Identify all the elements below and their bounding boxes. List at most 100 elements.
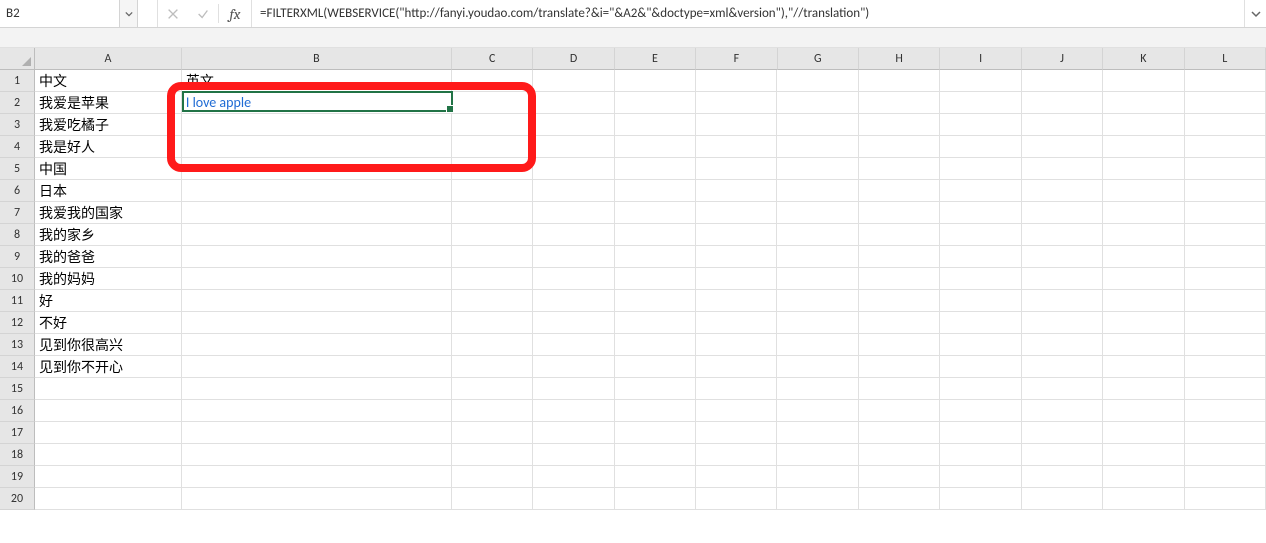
cell-J9[interactable] (1022, 246, 1103, 268)
cell-B20[interactable] (182, 488, 452, 510)
cell-E4[interactable] (615, 136, 696, 158)
col-header-G[interactable]: G (778, 48, 859, 70)
cell-J3[interactable] (1022, 114, 1103, 136)
cell-L1[interactable] (1185, 70, 1266, 92)
cell-K2[interactable] (1103, 92, 1184, 114)
formula-expand-button[interactable] (1244, 0, 1266, 27)
cell-E11[interactable] (615, 290, 696, 312)
cell-K7[interactable] (1103, 202, 1184, 224)
col-header-K[interactable]: K (1103, 48, 1184, 70)
cell-C11[interactable] (452, 290, 533, 312)
cell-H13[interactable] (859, 334, 940, 356)
cell-L4[interactable] (1185, 136, 1266, 158)
cell-E15[interactable] (615, 378, 696, 400)
cell-F9[interactable] (696, 246, 777, 268)
cell-L2[interactable] (1185, 92, 1266, 114)
cell-L14[interactable] (1185, 356, 1266, 378)
cell-E17[interactable] (615, 422, 696, 444)
cell-F10[interactable] (696, 268, 777, 290)
cell-J10[interactable] (1022, 268, 1103, 290)
cell-E1[interactable] (615, 70, 696, 92)
cell-L20[interactable] (1185, 488, 1266, 510)
select-all-button[interactable] (0, 48, 35, 70)
cell-D13[interactable] (533, 334, 614, 356)
cell-C13[interactable] (452, 334, 533, 356)
cell-J7[interactable] (1022, 202, 1103, 224)
cell-H19[interactable] (859, 466, 940, 488)
cell-F8[interactable] (696, 224, 777, 246)
cell-D6[interactable] (533, 180, 614, 202)
row-header-9[interactable]: 9 (0, 246, 35, 268)
row-header-14[interactable]: 14 (0, 356, 35, 378)
row-header-18[interactable]: 18 (0, 444, 35, 466)
cell-C19[interactable] (452, 466, 533, 488)
cell-D18[interactable] (533, 444, 614, 466)
cell-H4[interactable] (859, 136, 940, 158)
cell-A15[interactable] (35, 378, 182, 400)
cell-I3[interactable] (940, 114, 1021, 136)
cell-F13[interactable] (696, 334, 777, 356)
cell-E14[interactable] (615, 356, 696, 378)
cell-F17[interactable] (696, 422, 777, 444)
cell-J11[interactable] (1022, 290, 1103, 312)
cell-F20[interactable] (696, 488, 777, 510)
cell-K13[interactable] (1103, 334, 1184, 356)
cell-H5[interactable] (859, 158, 940, 180)
cell-L10[interactable] (1185, 268, 1266, 290)
cell-F16[interactable] (696, 400, 777, 422)
cell-L17[interactable] (1185, 422, 1266, 444)
cell-G8[interactable] (777, 224, 858, 246)
cell-J1[interactable] (1022, 70, 1103, 92)
cell-D9[interactable] (533, 246, 614, 268)
row-header-3[interactable]: 3 (0, 114, 35, 136)
cell-L13[interactable] (1185, 334, 1266, 356)
cell-K16[interactable] (1103, 400, 1184, 422)
cell-E5[interactable] (615, 158, 696, 180)
cell-K5[interactable] (1103, 158, 1184, 180)
cell-K12[interactable] (1103, 312, 1184, 334)
cell-C16[interactable] (452, 400, 533, 422)
cell-I20[interactable] (940, 488, 1021, 510)
cell-G17[interactable] (777, 422, 858, 444)
cell-C9[interactable] (452, 246, 533, 268)
cell-E19[interactable] (615, 466, 696, 488)
col-header-F[interactable]: F (696, 48, 777, 70)
cell-B13[interactable] (182, 334, 452, 356)
cell-F14[interactable] (696, 356, 777, 378)
row-header-7[interactable]: 7 (0, 202, 35, 224)
cell-E7[interactable] (615, 202, 696, 224)
cell-K9[interactable] (1103, 246, 1184, 268)
cell-B7[interactable] (182, 202, 452, 224)
row-header-6[interactable]: 6 (0, 180, 35, 202)
cell-A6[interactable]: 日本 (35, 180, 182, 202)
cell-H3[interactable] (859, 114, 940, 136)
cell-C10[interactable] (452, 268, 533, 290)
name-box[interactable]: B2 (0, 0, 120, 27)
cell-B9[interactable] (182, 246, 452, 268)
cell-B2[interactable]: I love apple (182, 92, 452, 114)
cell-D8[interactable] (533, 224, 614, 246)
cell-D5[interactable] (533, 158, 614, 180)
cell-J13[interactable] (1022, 334, 1103, 356)
cell-G1[interactable] (777, 70, 858, 92)
cell-L18[interactable] (1185, 444, 1266, 466)
cell-A2[interactable]: 我爱是苹果 (35, 92, 182, 114)
cell-I12[interactable] (940, 312, 1021, 334)
cell-K11[interactable] (1103, 290, 1184, 312)
cell-G7[interactable] (777, 202, 858, 224)
cell-L6[interactable] (1185, 180, 1266, 202)
cell-B4[interactable] (182, 136, 452, 158)
cell-L11[interactable] (1185, 290, 1266, 312)
cell-A11[interactable]: 好 (35, 290, 182, 312)
cell-K1[interactable] (1103, 70, 1184, 92)
cell-C3[interactable] (452, 114, 533, 136)
cell-K3[interactable] (1103, 114, 1184, 136)
cell-L16[interactable] (1185, 400, 1266, 422)
cell-G5[interactable] (777, 158, 858, 180)
cell-A3[interactable]: 我爱吃橘子 (35, 114, 182, 136)
cell-I16[interactable] (940, 400, 1021, 422)
col-header-B[interactable]: B (182, 48, 452, 70)
cell-G20[interactable] (777, 488, 858, 510)
row-header-19[interactable]: 19 (0, 466, 35, 488)
cell-J2[interactable] (1022, 92, 1103, 114)
